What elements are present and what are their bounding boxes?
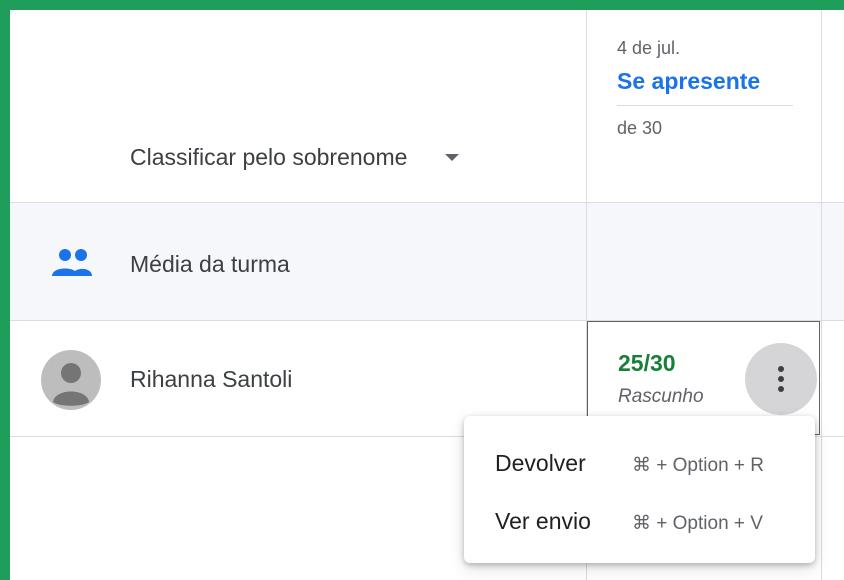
assignment-points: de 30 bbox=[617, 118, 663, 138]
menu-item-devolver[interactable]: Devolver ⌘ + Option + R bbox=[464, 436, 815, 492]
row-divider bbox=[10, 202, 844, 203]
dropdown-arrow-icon bbox=[445, 154, 460, 161]
assignment-title-link[interactable]: Se apresente bbox=[617, 65, 767, 97]
avatar bbox=[41, 350, 101, 410]
menu-item-shortcut: ⌘ + Option + R bbox=[632, 455, 765, 476]
assignment-date: 4 de jul. bbox=[617, 38, 681, 58]
menu-item-ver-envio[interactable]: Ver envio ⌘ + Option + V bbox=[464, 494, 815, 550]
more-vert-icon bbox=[778, 366, 784, 392]
assignment-header: 4 de jul. Se apresente de 30 bbox=[617, 38, 793, 139]
menu-item-label: Ver envio bbox=[495, 508, 591, 534]
sort-dropdown[interactable]: Classificar pelo sobrenome bbox=[130, 144, 460, 171]
menu-item-shortcut: ⌘ + Option + V bbox=[632, 513, 763, 534]
grade-status: Rascunho bbox=[618, 386, 704, 407]
gradebook: Classificar pelo sobrenome 4 de jul. Se … bbox=[10, 10, 844, 580]
grade-value: 25/30 bbox=[618, 350, 676, 376]
people-icon bbox=[52, 249, 92, 276]
student-name[interactable]: Rihanna Santoli bbox=[130, 366, 292, 393]
more-options-button[interactable] bbox=[745, 343, 817, 415]
sort-label: Classificar pelo sobrenome bbox=[130, 144, 408, 170]
context-menu: Devolver ⌘ + Option + R Ver envio ⌘ + Op… bbox=[464, 416, 815, 563]
class-average-label: Média da turma bbox=[130, 251, 290, 277]
assignment-divider bbox=[617, 105, 793, 106]
column-divider bbox=[821, 10, 822, 580]
menu-item-label: Devolver bbox=[495, 450, 586, 476]
